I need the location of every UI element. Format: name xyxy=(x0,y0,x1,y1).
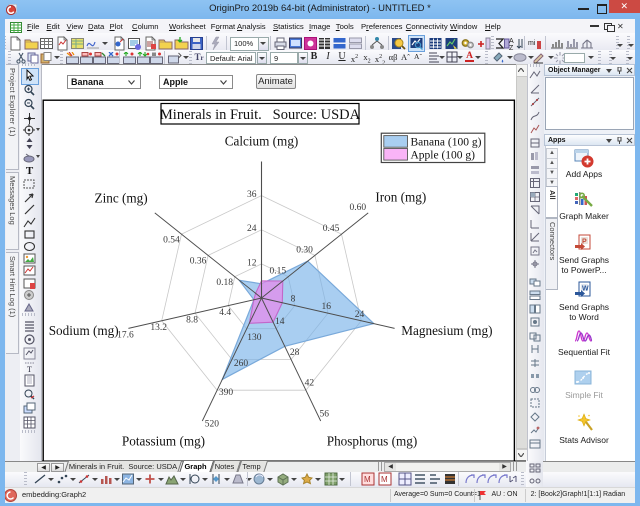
svg-text:24: 24 xyxy=(355,310,365,320)
svg-text:56: 56 xyxy=(319,409,329,419)
svg-text:17.6: 17.6 xyxy=(117,331,134,341)
svg-text:520: 520 xyxy=(205,419,220,429)
svg-text:36: 36 xyxy=(247,190,257,200)
svg-text:W: W xyxy=(582,286,589,293)
svg-text:4.4: 4.4 xyxy=(219,308,231,318)
svg-text:0.18: 0.18 xyxy=(216,278,233,288)
svg-text:24: 24 xyxy=(247,224,257,234)
svg-text:Apple (100 g): Apple (100 g) xyxy=(411,150,476,162)
svg-text:0.36: 0.36 xyxy=(190,257,207,267)
svg-text:0.30: 0.30 xyxy=(296,245,313,255)
svg-text:0.45: 0.45 xyxy=(323,224,340,234)
svg-text:Sodium (mg): Sodium (mg) xyxy=(49,323,119,338)
svg-text:12: 12 xyxy=(247,258,257,268)
svg-text:13.2: 13.2 xyxy=(150,323,167,333)
svg-text:P: P xyxy=(582,239,587,246)
svg-text:Calcium (mg): Calcium (mg) xyxy=(225,134,299,149)
svg-text:Iron (mg): Iron (mg) xyxy=(375,190,426,205)
svg-text:390: 390 xyxy=(219,388,234,398)
svg-text:16: 16 xyxy=(321,302,331,312)
svg-text:8.8: 8.8 xyxy=(186,316,198,326)
svg-text:130: 130 xyxy=(247,333,262,343)
svg-text:Phosphorus (mg): Phosphorus (mg) xyxy=(327,433,417,448)
svg-text:8: 8 xyxy=(291,295,296,305)
svg-text:42: 42 xyxy=(305,379,315,389)
svg-text:14: 14 xyxy=(275,317,285,327)
svg-text:28: 28 xyxy=(290,348,300,358)
svg-text:M: M xyxy=(364,475,371,484)
svg-text:0.54: 0.54 xyxy=(163,235,180,245)
svg-text:M: M xyxy=(381,475,388,484)
svg-text:0.15: 0.15 xyxy=(269,267,286,277)
svg-text:0.60: 0.60 xyxy=(349,203,366,213)
svg-text:Zinc (mg): Zinc (mg) xyxy=(95,191,148,206)
svg-text:Banana (100 g): Banana (100 g) xyxy=(411,137,482,149)
svg-text:Magnesium (mg): Magnesium (mg) xyxy=(401,323,492,338)
svg-text:Potassium (mg): Potassium (mg) xyxy=(122,433,205,448)
svg-text:260: 260 xyxy=(234,359,249,369)
svg-text:Minerals in Fruit. Source: U: Minerals in Fruit. Source: USDA xyxy=(160,107,361,123)
